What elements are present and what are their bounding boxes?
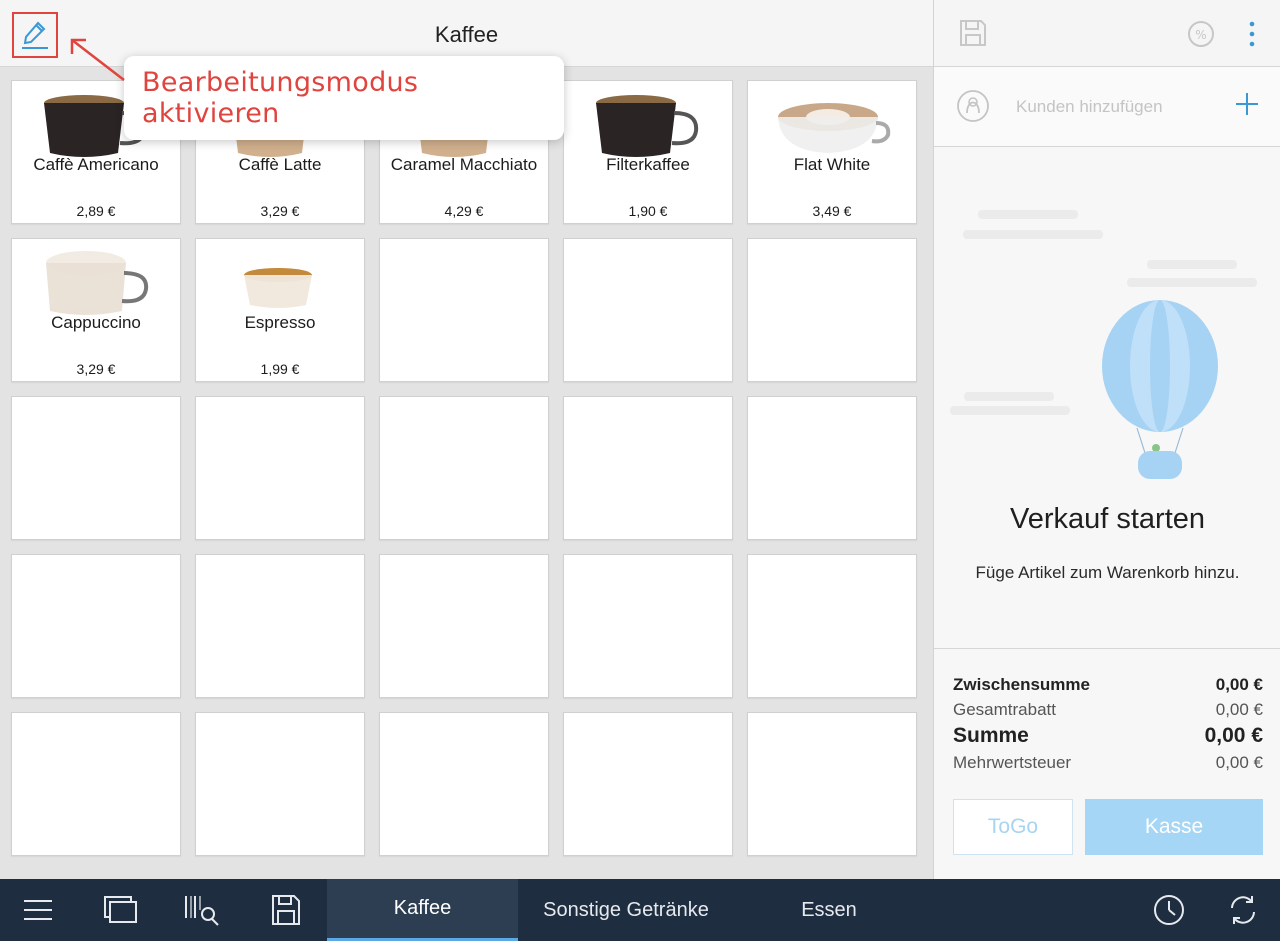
sync-icon[interactable] xyxy=(1227,894,1259,926)
product-name: Filterkaffee xyxy=(606,155,690,174)
empty-product-tile[interactable] xyxy=(747,712,917,856)
empty-product-tile[interactable] xyxy=(747,396,917,540)
tab-kaffee[interactable]: Kaffee xyxy=(327,879,518,941)
discount-label: Gesamtrabatt xyxy=(953,700,1056,719)
empty-product-tile[interactable] xyxy=(563,712,733,856)
cart-panel: % Kunden hinzufügen Verkauf starten Füge… xyxy=(933,0,1280,879)
totals-section: Zwischensumme 0,00 € Gesamtrabatt 0,00 €… xyxy=(934,648,1280,879)
product-image xyxy=(564,91,732,191)
empty-product-tile[interactable] xyxy=(379,396,549,540)
empty-product-tile[interactable] xyxy=(195,396,365,540)
product-image xyxy=(748,91,916,191)
add-customer-row[interactable]: Kunden hinzufügen xyxy=(934,67,1280,147)
tab-essen[interactable]: Essen xyxy=(734,879,924,941)
tax-label: Mehrwertsteuer xyxy=(953,753,1072,772)
product-name: Espresso xyxy=(244,313,316,332)
subtotal-label: Zwischensumme xyxy=(953,675,1090,694)
product-image xyxy=(12,249,180,349)
tax-value: 0,00 € xyxy=(1215,753,1263,772)
product-tile[interactable]: Espresso 1,99 € xyxy=(195,238,365,382)
empty-product-tile[interactable] xyxy=(379,712,549,856)
product-price: 4,29 € xyxy=(444,203,484,219)
bottom-nav-bar: Kaffee Sonstige Getränke Essen xyxy=(0,879,1280,941)
product-price: 3,29 € xyxy=(260,203,300,219)
balloon-illustration xyxy=(950,210,1257,479)
discount-row: Gesamtrabatt 0,00 € xyxy=(953,700,1263,720)
product-price: 3,29 € xyxy=(76,361,116,377)
discount-icon[interactable]: % xyxy=(1187,20,1215,48)
sum-value: 0,00 € xyxy=(1204,724,1263,747)
subtotal-value: 0,00 € xyxy=(1215,675,1263,694)
sum-label: Summe xyxy=(953,724,1029,747)
clock-icon[interactable] xyxy=(1153,894,1185,926)
product-name: Caffè Latte xyxy=(238,155,322,174)
empty-product-tile[interactable] xyxy=(195,554,365,698)
product-name: Flat White xyxy=(793,155,871,174)
product-price: 1,90 € xyxy=(628,203,668,219)
annotation-callout: Bearbeitungsmodus aktivieren xyxy=(124,56,564,140)
empty-product-tile[interactable] xyxy=(747,554,917,698)
discount-value: 0,00 € xyxy=(1215,700,1263,719)
customer-avatar-icon xyxy=(957,90,989,122)
empty-product-tile[interactable] xyxy=(747,238,917,382)
save-icon[interactable] xyxy=(271,894,301,926)
empty-product-tile[interactable] xyxy=(11,396,181,540)
empty-product-tile[interactable] xyxy=(563,396,733,540)
product-price: 1,99 € xyxy=(260,361,300,377)
page-title: Kaffee xyxy=(434,22,499,47)
menu-icon[interactable] xyxy=(23,898,53,922)
product-name: Caffè Americano xyxy=(33,155,159,174)
togo-button[interactable]: ToGo xyxy=(953,799,1073,855)
checkout-button[interactable]: Kasse xyxy=(1085,799,1263,855)
product-name: Caramel Macchiato xyxy=(390,155,538,174)
windows-icon[interactable] xyxy=(104,896,138,924)
save-icon[interactable] xyxy=(958,18,988,48)
svg-text:%: % xyxy=(1195,28,1206,42)
product-price: 3,49 € xyxy=(812,203,852,219)
empty-product-tile[interactable] xyxy=(195,712,365,856)
product-tile[interactable]: Filterkaffee 1,90 € xyxy=(563,80,733,224)
sum-row: Summe 0,00 € xyxy=(953,724,1263,748)
empty-cart-heading: Verkauf starten xyxy=(1009,503,1206,535)
empty-product-tile[interactable] xyxy=(563,238,733,382)
barcode-search-icon[interactable] xyxy=(184,894,222,926)
empty-cart-subtext: Füge Artikel zum Warenkorb hinzu. xyxy=(975,563,1240,582)
cart-toolbar: % xyxy=(934,0,1280,67)
add-customer-plus-icon[interactable] xyxy=(1234,91,1260,117)
pos-app: Kaffee Bearbeitungsmodus aktivieren Caff… xyxy=(0,0,1280,941)
product-name: Cappuccino xyxy=(51,313,141,332)
product-price: 2,89 € xyxy=(76,203,116,219)
tax-row: Mehrwertsteuer 0,00 € xyxy=(953,753,1263,773)
empty-product-tile[interactable] xyxy=(563,554,733,698)
product-grid: Caffè Americano 2,89 € Caffè Latte 3,29 € Ca… xyxy=(11,80,919,856)
tab-sonstige-getraenke[interactable]: Sonstige Getränke xyxy=(518,879,734,941)
product-tile[interactable]: Flat White 3,49 € xyxy=(747,80,917,224)
empty-product-tile[interactable] xyxy=(379,238,549,382)
product-image xyxy=(196,249,364,349)
add-customer-label: Kunden hinzufügen xyxy=(1016,97,1163,116)
empty-cart-state: Verkauf starten Füge Artikel zum Warenko… xyxy=(934,148,1280,648)
more-options-icon[interactable] xyxy=(1248,20,1256,48)
empty-product-tile[interactable] xyxy=(11,554,181,698)
empty-product-tile[interactable] xyxy=(379,554,549,698)
empty-product-tile[interactable] xyxy=(11,712,181,856)
subtotal-row: Zwischensumme 0,00 € xyxy=(953,675,1263,695)
product-tile[interactable]: Cappuccino 3,29 € xyxy=(11,238,181,382)
annotation-arrow-icon xyxy=(70,38,125,81)
